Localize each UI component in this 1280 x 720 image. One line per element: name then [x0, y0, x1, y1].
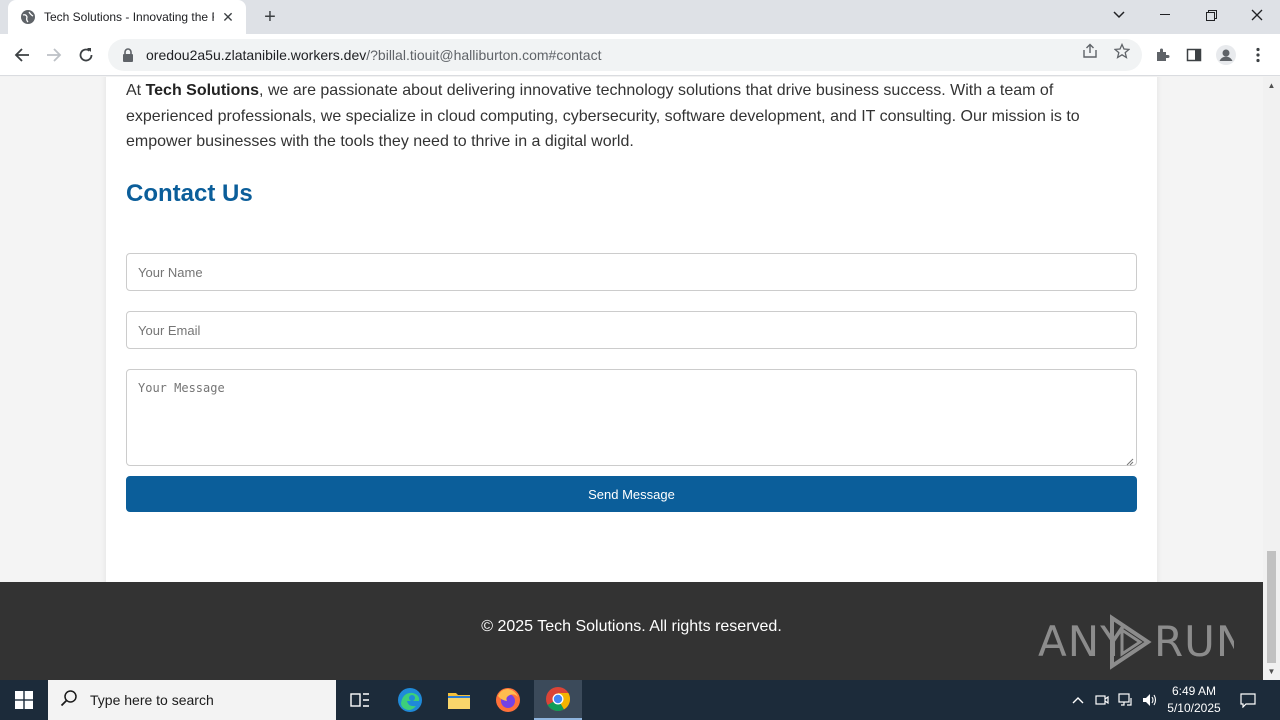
- profile-avatar-icon[interactable]: [1214, 43, 1238, 67]
- url-host: oredou2a5u.zlatanibile.workers.dev: [146, 47, 367, 63]
- anyrun-watermark-logo: ANY RUN: [1038, 608, 1234, 674]
- show-hidden-icons-chevron-icon[interactable]: [1068, 680, 1088, 720]
- page-footer: © 2025 Tech Solutions. All rights reserv…: [0, 582, 1263, 680]
- tab-title: Tech Solutions - Innovating the F: [44, 10, 214, 24]
- url-path: /?billal.tiouit@halliburton.com#contact: [366, 47, 602, 63]
- windows-taskbar: Type here to search 6:49 AM 5/10/2025: [0, 680, 1280, 720]
- svg-text:RUN: RUN: [1154, 617, 1234, 666]
- network-icon[interactable]: [1116, 680, 1136, 720]
- reload-button[interactable]: [72, 41, 100, 69]
- forward-button[interactable]: [40, 41, 68, 69]
- system-clock[interactable]: 6:49 AM 5/10/2025: [1160, 683, 1228, 717]
- send-message-button[interactable]: Send Message: [126, 476, 1137, 512]
- page-scrollbar[interactable]: ▲ ▼: [1263, 77, 1280, 680]
- firefox-icon[interactable]: [484, 680, 532, 720]
- file-explorer-icon[interactable]: [435, 680, 483, 720]
- message-placeholder: Your Message: [138, 381, 225, 395]
- about-body: , we are passionate about delivering inn…: [126, 82, 1080, 150]
- clock-time: 6:49 AM: [1171, 684, 1217, 698]
- contact-heading: Contact Us: [126, 180, 253, 207]
- notifications-icon[interactable]: [1236, 680, 1260, 720]
- email-input[interactable]: Your Email: [126, 311, 1137, 349]
- close-window-button[interactable]: [1234, 0, 1280, 30]
- new-tab-button[interactable]: +: [258, 6, 282, 28]
- windows-logo-icon: [15, 691, 33, 709]
- browser-titlebar: Tech Solutions - Innovating the F ✕ +: [0, 0, 1280, 34]
- search-placeholder: Type here to search: [90, 692, 214, 708]
- scroll-up-arrow-icon[interactable]: ▲: [1263, 77, 1280, 94]
- share-icon[interactable]: [1081, 42, 1099, 60]
- browser-toolbar: oredou2a5u.zlatanibile.workers.dev/?bill…: [0, 34, 1280, 76]
- volume-icon[interactable]: [1140, 680, 1160, 720]
- restore-button[interactable]: [1188, 0, 1234, 30]
- bookmark-star-icon[interactable]: [1113, 42, 1131, 60]
- email-placeholder: Your Email: [138, 322, 201, 338]
- minimize-button[interactable]: [1142, 0, 1188, 30]
- scroll-down-arrow-icon[interactable]: ▼: [1263, 663, 1280, 680]
- resize-grip-icon[interactable]: [1126, 455, 1134, 466]
- meet-now-icon[interactable]: [1092, 680, 1112, 720]
- address-bar[interactable]: oredou2a5u.zlatanibile.workers.dev/?bill…: [108, 39, 1142, 71]
- scroll-thumb[interactable]: [1267, 551, 1276, 663]
- extensions-icon[interactable]: [1150, 43, 1174, 67]
- start-button[interactable]: [0, 680, 48, 720]
- search-icon: [60, 689, 78, 712]
- about-paragraph: At Tech Solutions, we are passionate abo…: [126, 78, 1126, 155]
- clock-date: 5/10/2025: [1167, 701, 1221, 715]
- about-prefix: At: [126, 82, 146, 99]
- edge-browser-icon[interactable]: [386, 680, 434, 720]
- name-placeholder: Your Name: [138, 264, 203, 280]
- tab-search-icon[interactable]: [1096, 0, 1142, 30]
- taskbar-search-box[interactable]: Type here to search: [48, 680, 336, 720]
- chrome-icon[interactable]: [534, 680, 582, 720]
- menu-kebab-icon[interactable]: [1246, 43, 1270, 67]
- lock-icon[interactable]: [120, 47, 136, 63]
- content-card: At Tech Solutions, we are passionate abo…: [106, 77, 1157, 650]
- side-panel-icon[interactable]: [1182, 43, 1206, 67]
- name-input[interactable]: Your Name: [126, 253, 1137, 291]
- browser-tab[interactable]: Tech Solutions - Innovating the F ✕: [8, 0, 246, 34]
- globe-icon: [20, 9, 36, 25]
- message-textarea[interactable]: Your Message: [126, 369, 1137, 466]
- back-button[interactable]: [8, 41, 36, 69]
- about-brand: Tech Solutions: [145, 82, 260, 99]
- close-tab-icon[interactable]: ✕: [220, 9, 236, 25]
- page-viewport: At Tech Solutions, we are passionate abo…: [0, 77, 1263, 680]
- task-view-icon[interactable]: [336, 680, 384, 720]
- url-text: oredou2a5u.zlatanibile.workers.dev/?bill…: [146, 47, 601, 63]
